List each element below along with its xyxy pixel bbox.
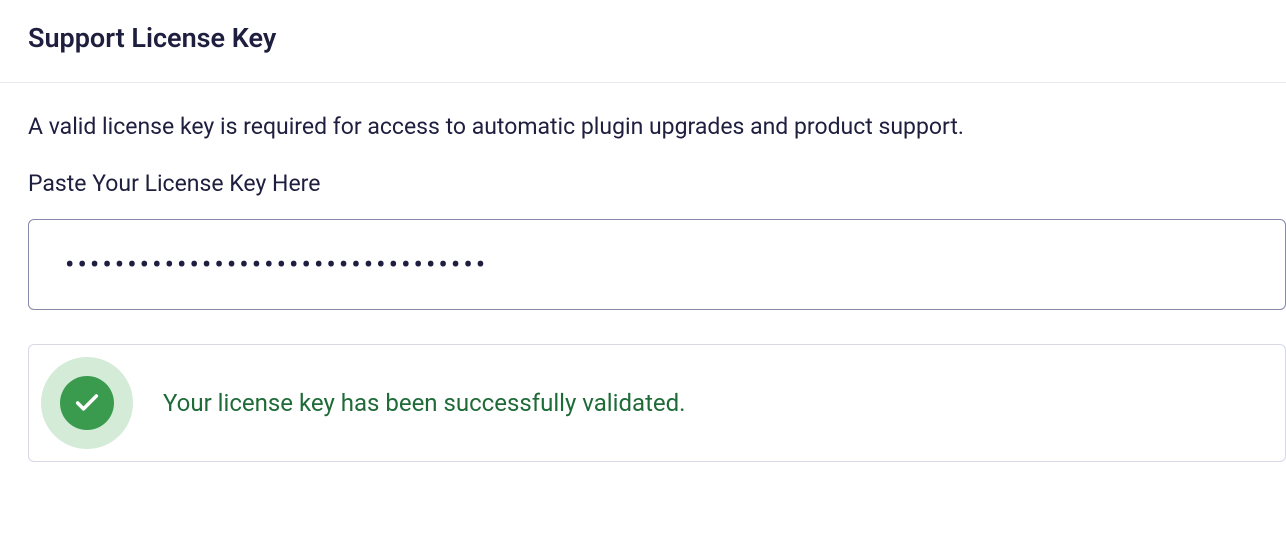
validation-status-message: Your license key has been successfully v… bbox=[163, 389, 686, 417]
check-icon bbox=[41, 357, 133, 449]
section-header: Support License Key bbox=[0, 0, 1286, 83]
license-key-input[interactable] bbox=[28, 219, 1286, 310]
license-field-label: Paste Your License Key Here bbox=[28, 170, 1286, 197]
license-description: A valid license key is required for acce… bbox=[28, 113, 1286, 140]
section-title: Support License Key bbox=[28, 22, 1258, 54]
validation-status-box: Your license key has been successfully v… bbox=[28, 344, 1286, 462]
license-content: A valid license key is required for acce… bbox=[0, 83, 1286, 492]
